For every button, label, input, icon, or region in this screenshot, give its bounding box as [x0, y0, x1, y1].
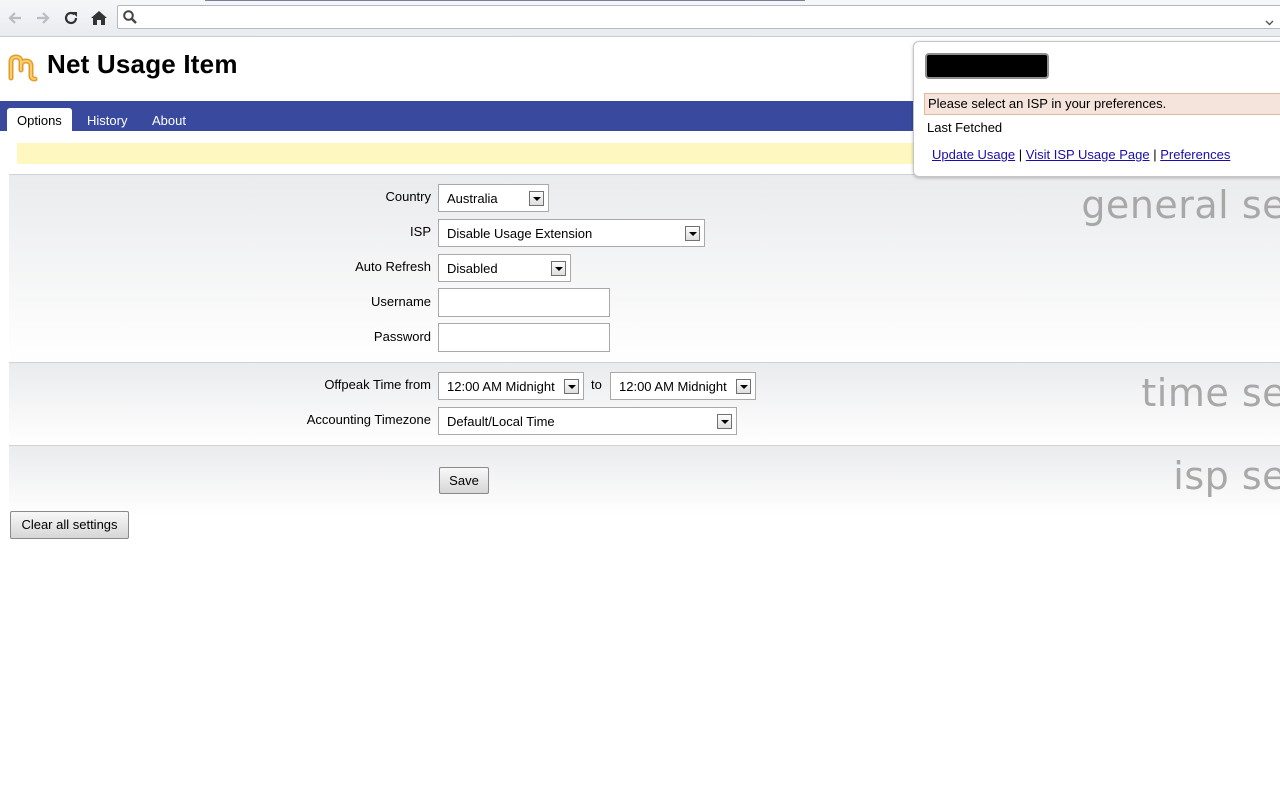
section-title-time: time se: [1141, 371, 1280, 415]
offpeak-from-select[interactable]: 12:00 AM Midnight: [438, 372, 584, 400]
forward-arrow-icon[interactable]: [33, 8, 53, 28]
chevron-down-icon: [736, 379, 751, 394]
reload-icon[interactable]: [61, 8, 81, 28]
country-select[interactable]: Australia: [438, 184, 549, 212]
link-separator: |: [1153, 147, 1157, 162]
auto-refresh-label: Auto Refresh: [355, 259, 431, 274]
tab-history[interactable]: History: [77, 108, 137, 131]
username-input[interactable]: [438, 288, 610, 317]
timezone-value: Default/Local Time: [447, 414, 555, 429]
isp-settings-section: isp se Save: [9, 445, 1280, 516]
chevron-down-icon: [564, 379, 579, 394]
offpeak-to-value: 12:00 AM Midnight: [619, 379, 727, 394]
chevron-down-icon: [685, 226, 700, 241]
isp-select[interactable]: Disable Usage Extension: [438, 219, 705, 247]
section-title-general: general se: [1081, 183, 1280, 227]
section-title-isp: isp se: [1173, 454, 1280, 498]
usage-popup: Please select an ISP in your preferences…: [913, 41, 1280, 177]
offpeak-label: Offpeak Time from: [324, 377, 431, 392]
preferences-link[interactable]: Preferences: [1160, 147, 1230, 162]
usage-meter: [925, 53, 1049, 79]
browser-toolbar: [0, 0, 1280, 37]
app-logo: [7, 52, 39, 87]
general-settings-section: general se Country Australia ISP Disable…: [9, 174, 1280, 363]
isp-label: ISP: [410, 224, 431, 239]
time-settings-section: time se Offpeak Time from 12:00 AM Midni…: [9, 362, 1280, 446]
page-title: Net Usage Item: [47, 49, 238, 79]
password-label: Password: [373, 329, 431, 344]
password-input[interactable]: [438, 323, 610, 352]
tab-about[interactable]: About: [142, 108, 196, 131]
timezone-select[interactable]: Default/Local Time: [438, 407, 737, 435]
auto-refresh-select[interactable]: Disabled: [438, 254, 571, 282]
username-label: Username: [371, 294, 431, 309]
chevron-down-icon: [529, 191, 544, 206]
chevron-down-icon[interactable]: [1265, 14, 1274, 29]
isp-value: Disable Usage Extension: [447, 226, 593, 241]
toolbar-top-line: [205, 0, 805, 1]
visit-isp-link[interactable]: Visit ISP Usage Page: [1026, 147, 1150, 162]
country-label: Country: [385, 189, 431, 204]
country-value: Australia: [447, 191, 498, 206]
offpeak-from-value: 12:00 AM Midnight: [447, 379, 555, 394]
update-usage-link[interactable]: Update Usage: [932, 147, 1015, 162]
auto-refresh-value: Disabled: [447, 261, 498, 276]
popup-links: Update Usage | Visit ISP Usage Page | Pr…: [932, 147, 1230, 162]
link-separator: |: [1018, 147, 1023, 162]
search-icon: [122, 9, 138, 28]
save-button[interactable]: Save: [439, 467, 489, 494]
error-message: Please select an ISP in your preferences…: [924, 93, 1280, 115]
chevron-down-icon: [551, 261, 566, 276]
tab-options[interactable]: Options: [7, 108, 72, 131]
clear-settings-button[interactable]: Clear all settings: [10, 511, 129, 539]
back-arrow-icon[interactable]: [5, 8, 25, 28]
last-fetched-label: Last Fetched: [927, 120, 1003, 135]
address-bar[interactable]: [117, 5, 1280, 29]
chevron-down-icon: [717, 414, 732, 429]
offpeak-to-select[interactable]: 12:00 AM Midnight: [610, 372, 756, 400]
home-icon[interactable]: [89, 8, 109, 28]
timezone-label: Accounting Timezone: [306, 412, 431, 427]
to-label: to: [591, 377, 602, 392]
